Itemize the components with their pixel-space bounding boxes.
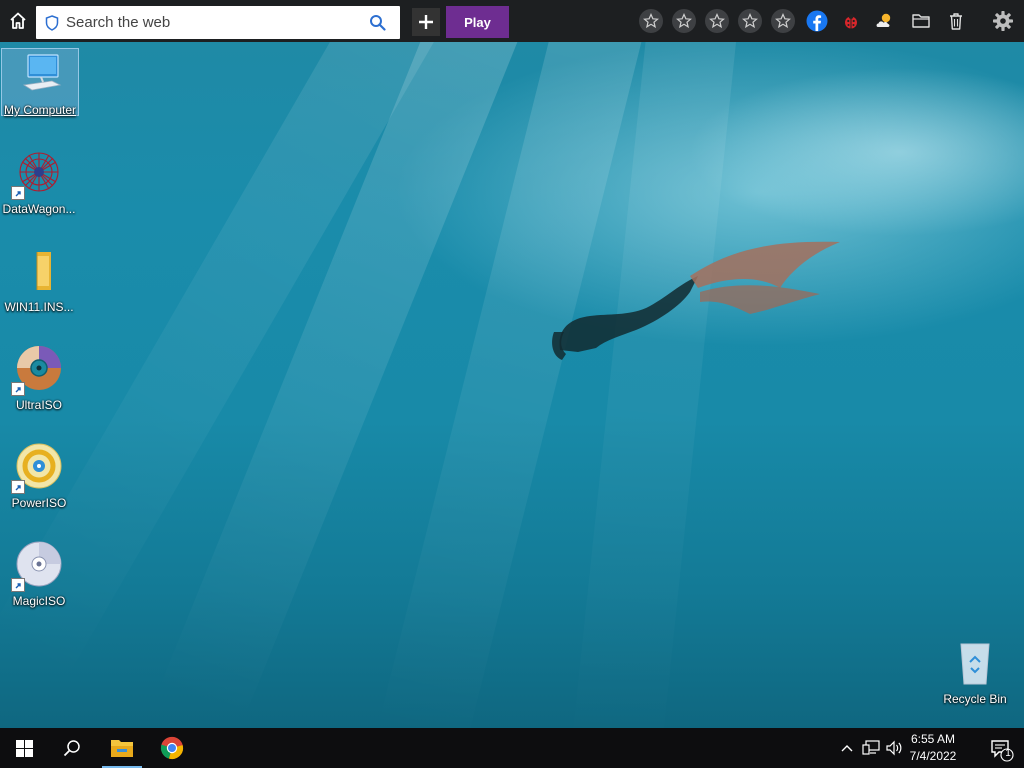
ladybug-icon xyxy=(845,14,857,29)
favorite-slot-2[interactable] xyxy=(672,9,696,33)
clock-time: 6:55 AM xyxy=(910,732,956,746)
disc-icon xyxy=(11,344,63,396)
weather-icon xyxy=(876,13,891,27)
desktop-icon-win11-folder[interactable]: WIN11.INS... xyxy=(0,244,78,314)
search-icon[interactable] xyxy=(369,14,386,31)
top-toolbar: Play xyxy=(0,0,1024,42)
action-center-button[interactable]: 1 xyxy=(988,736,1014,762)
clock-date: 7/4/2022 xyxy=(909,749,957,763)
trash-button[interactable] xyxy=(945,10,967,32)
folder-icon xyxy=(15,246,63,294)
gear-icon xyxy=(993,11,1013,31)
diver-silhouette xyxy=(552,241,840,360)
computer-icon xyxy=(16,51,64,99)
desktop-icon-label: Recycle Bin xyxy=(943,692,1007,706)
windows-start-icon xyxy=(15,739,33,757)
network-button[interactable] xyxy=(862,739,880,757)
search-input[interactable] xyxy=(64,13,358,32)
plus-icon xyxy=(419,15,433,29)
disc-icon xyxy=(11,442,63,494)
desktop-icon-label: UltraISO xyxy=(15,398,62,412)
play-button[interactable]: Play xyxy=(446,6,509,38)
home-button[interactable] xyxy=(6,9,30,33)
ladybug-button[interactable] xyxy=(840,10,862,32)
desktop-icon-magiciso[interactable]: MagicISO xyxy=(0,538,78,608)
shortcut-arrow-icon xyxy=(11,186,25,200)
star-icon xyxy=(775,13,791,29)
add-button[interactable] xyxy=(412,8,440,36)
notification-count: 1 xyxy=(1005,748,1011,759)
folder-button[interactable] xyxy=(910,10,932,32)
star-icon xyxy=(742,13,758,29)
shield-icon xyxy=(45,14,59,31)
chrome-icon xyxy=(160,736,184,760)
weather-button[interactable] xyxy=(874,10,896,32)
show-hidden-icons-button[interactable] xyxy=(838,739,856,757)
network-icon xyxy=(862,740,880,755)
taskbar-search-button[interactable] xyxy=(52,728,92,768)
facebook-icon xyxy=(806,10,828,32)
web-search-box[interactable] xyxy=(36,6,400,39)
settings-button[interactable] xyxy=(992,10,1014,32)
chevron-up-icon xyxy=(841,745,853,752)
search-icon xyxy=(63,740,80,757)
volume-button[interactable] xyxy=(886,739,904,757)
file-explorer-button[interactable] xyxy=(102,728,142,768)
start-button[interactable] xyxy=(4,728,44,768)
desktop-icon-label: DataWagon... xyxy=(2,202,76,216)
favorite-slot-4[interactable] xyxy=(738,9,762,33)
shortcut-arrow-icon xyxy=(11,578,25,592)
chrome-button[interactable] xyxy=(152,728,192,768)
favorite-slot-3[interactable] xyxy=(705,9,729,33)
trash-icon xyxy=(950,13,962,30)
desktop-icon-label: WIN11.INS... xyxy=(4,300,74,314)
star-icon xyxy=(676,13,692,29)
desktop-wallpaper[interactable] xyxy=(0,42,1024,728)
desktop-icon-recycle-bin[interactable]: Recycle Bin xyxy=(936,636,1014,706)
home-icon xyxy=(10,12,26,29)
file-explorer-icon xyxy=(111,740,133,757)
folder-icon xyxy=(912,14,930,28)
favorite-slot-1[interactable] xyxy=(639,9,663,33)
favorite-slot-5[interactable] xyxy=(771,9,795,33)
datawagon-icon xyxy=(11,148,63,200)
disc-icon xyxy=(11,540,63,592)
desktop-icon-ultraiso[interactable]: UltraISO xyxy=(0,342,78,412)
shortcut-arrow-icon xyxy=(11,382,25,396)
taskbar: 6:55 AM 7/4/2022 1 xyxy=(0,728,1024,768)
desktop-icon-datawagon[interactable]: DataWagon... xyxy=(0,146,78,216)
desktop-icon-label: My Computer xyxy=(3,103,77,117)
star-icon xyxy=(709,13,725,29)
recycle-bin-icon xyxy=(951,638,999,686)
facebook-button[interactable] xyxy=(806,10,828,32)
taskbar-clock[interactable]: 6:55 AM 7/4/2022 xyxy=(904,731,962,765)
star-icon xyxy=(643,13,659,29)
desktop-icon-poweriso[interactable]: PowerISO xyxy=(0,440,78,510)
volume-icon xyxy=(886,740,902,756)
shortcut-arrow-icon xyxy=(11,480,25,494)
desktop-icon-label: MagicISO xyxy=(12,594,66,608)
desktop-icon-label: PowerISO xyxy=(11,496,67,510)
desktop-icon-my-computer[interactable]: My Computer xyxy=(1,48,79,117)
